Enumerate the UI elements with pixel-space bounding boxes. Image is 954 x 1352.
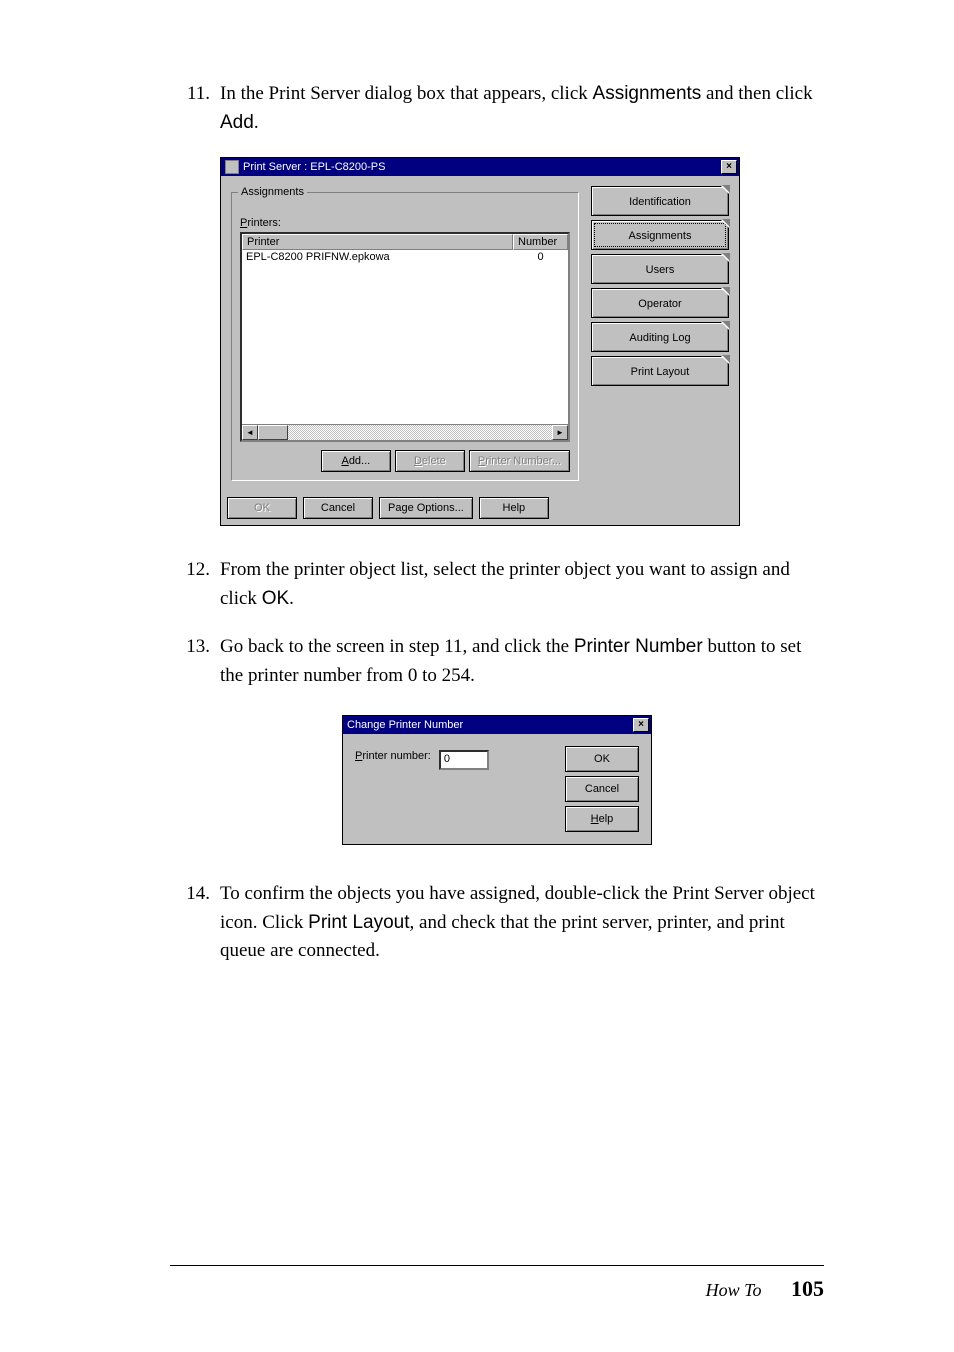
printers-label: Printers: xyxy=(240,217,570,229)
printer-number-label: Printer number: xyxy=(355,750,431,762)
tab-identification[interactable]: Identification xyxy=(591,186,729,216)
change-printer-number-dialog-container: Change Printer Number × Printer number: … xyxy=(170,715,824,845)
assignments-groupbox: Assignments Printers: Printer Number EPL… xyxy=(231,192,579,481)
section-title: How To xyxy=(706,1280,762,1300)
ok-button[interactable]: OK xyxy=(565,746,639,772)
close-button[interactable]: × xyxy=(721,160,737,174)
step-text: To confirm the objects you have assigned… xyxy=(220,880,824,966)
print-server-dialog-container: Print Server : EPL-C8200-PS × Assignment… xyxy=(220,157,824,526)
tab-users[interactable]: Users xyxy=(591,254,729,284)
listview-row[interactable]: EPL-C8200 PRIFNW.epkowa 0 xyxy=(242,250,568,424)
button-column: OK Cancel Help xyxy=(565,746,639,832)
folded-corner-icon xyxy=(721,254,729,262)
scroll-left-icon[interactable]: ◄ xyxy=(242,425,258,440)
step-14: 14. To confirm the objects you have assi… xyxy=(170,880,824,966)
step-number: 11. xyxy=(170,80,220,137)
folded-corner-icon xyxy=(721,288,729,296)
listview-header: Printer Number xyxy=(242,234,568,250)
step-12: 12. From the printer object list, select… xyxy=(170,556,824,613)
printer-name-cell: EPL-C8200 PRIFNW.epkowa xyxy=(242,250,513,424)
groupbox-label: Assignments xyxy=(238,186,307,198)
column-number[interactable]: Number xyxy=(513,234,568,250)
change-printer-number-dialog: Change Printer Number × Printer number: … xyxy=(342,715,652,845)
help-button[interactable]: Help xyxy=(565,806,639,832)
step-text: From the printer object list, select the… xyxy=(220,556,824,613)
scroll-right-icon[interactable]: ► xyxy=(552,425,568,440)
tab-print-layout[interactable]: Print Layout xyxy=(591,356,729,386)
titlebar[interactable]: Change Printer Number × xyxy=(343,716,651,734)
dialog-body: Printer number: 0 OK Cancel Help xyxy=(343,734,651,844)
dialog-left-pane: Assignments Printers: Printer Number EPL… xyxy=(227,182,583,485)
delete-button[interactable]: Delete xyxy=(395,450,465,472)
page-number: 105 xyxy=(791,1276,824,1301)
tab-auditing-log[interactable]: Auditing Log xyxy=(591,322,729,352)
ok-button[interactable]: OK xyxy=(227,497,297,519)
tab-operator[interactable]: Operator xyxy=(591,288,729,318)
scroll-track[interactable] xyxy=(288,425,552,440)
folded-corner-icon xyxy=(721,186,729,194)
step-number: 12. xyxy=(170,556,220,613)
window-title: Change Printer Number xyxy=(347,719,633,731)
help-button[interactable]: Help xyxy=(479,497,549,519)
step-11: 11. In the Print Server dialog box that … xyxy=(170,80,824,137)
dialog-body: Assignments Printers: Printer Number EPL… xyxy=(221,176,739,491)
window-icon xyxy=(225,160,239,174)
step-text: Go back to the screen in step 11, and cl… xyxy=(220,633,824,690)
printer-number-input[interactable]: 0 xyxy=(439,750,489,770)
step-text: In the Print Server dialog box that appe… xyxy=(220,80,824,137)
page-footer: How To 105 xyxy=(170,1265,824,1302)
printer-number-button[interactable]: Printer Number... xyxy=(469,450,570,472)
folded-corner-icon xyxy=(721,322,729,330)
tab-assignments[interactable]: Assignments xyxy=(591,220,729,250)
printer-number-cell: 0 xyxy=(513,250,568,424)
column-printer[interactable]: Printer xyxy=(242,234,513,250)
add-button[interactable]: Add... xyxy=(321,450,391,472)
button-row: Add... Delete Printer Number... xyxy=(240,450,570,472)
dialog-bottom-row: OK Cancel Page Options... Help xyxy=(221,491,739,525)
cancel-button[interactable]: Cancel xyxy=(303,497,373,519)
titlebar[interactable]: Print Server : EPL-C8200-PS × xyxy=(221,158,739,176)
step-number: 13. xyxy=(170,633,220,690)
dialog-right-pane: Identification Assignments Users Operato… xyxy=(583,182,733,485)
printers-listview[interactable]: Printer Number EPL-C8200 PRIFNW.epkowa 0… xyxy=(240,232,570,442)
folded-corner-icon xyxy=(721,220,729,228)
step-number: 14. xyxy=(170,880,220,966)
horizontal-scrollbar[interactable]: ◄ ► xyxy=(242,424,568,440)
scroll-thumb[interactable] xyxy=(258,425,288,440)
input-area: Printer number: 0 xyxy=(355,746,555,832)
cancel-button[interactable]: Cancel xyxy=(565,776,639,802)
close-button[interactable]: × xyxy=(633,718,649,732)
page-options-button[interactable]: Page Options... xyxy=(379,497,473,519)
step-13: 13. Go back to the screen in step 11, an… xyxy=(170,633,824,690)
folded-corner-icon xyxy=(721,356,729,364)
window-title: Print Server : EPL-C8200-PS xyxy=(243,161,721,173)
print-server-dialog: Print Server : EPL-C8200-PS × Assignment… xyxy=(220,157,740,526)
